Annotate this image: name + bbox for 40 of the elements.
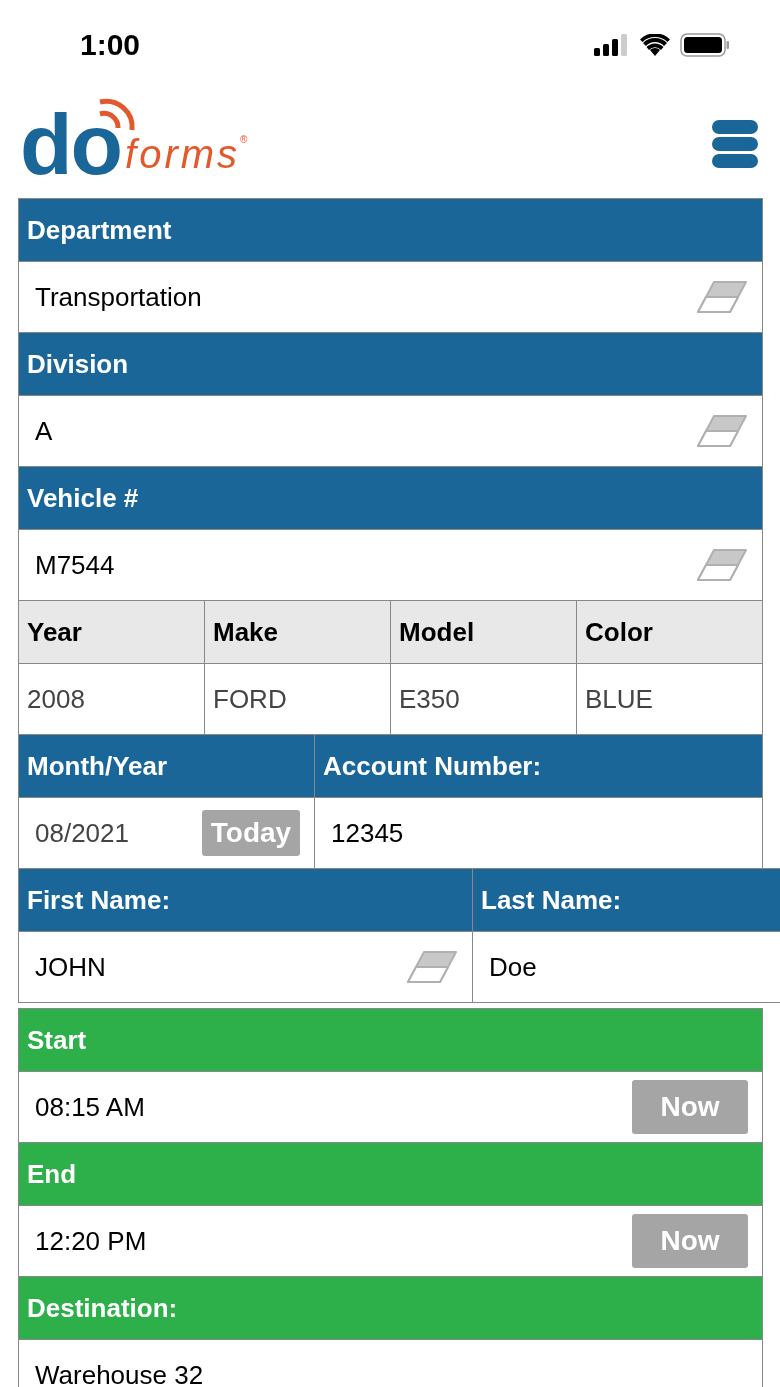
column-header: Model [391, 601, 576, 664]
field-value: JOHN [35, 951, 106, 983]
eraser-icon[interactable] [696, 414, 748, 448]
eraser-icon[interactable] [696, 280, 748, 314]
column-header: Make [205, 601, 390, 664]
field-value: BLUE [585, 683, 653, 715]
section-header: Month/Year [19, 735, 314, 798]
field-value: 12:20 PM [35, 1225, 147, 1257]
battery-icon [680, 33, 730, 57]
status-time: 1:00 [80, 28, 141, 62]
signal-icon [594, 34, 630, 56]
section-header: Division [19, 333, 762, 396]
section-header: Last Name: [473, 869, 780, 932]
section-header: Account Number: [315, 735, 762, 798]
section-header: End [19, 1143, 762, 1206]
eraser-icon[interactable] [406, 950, 458, 984]
logo-wordmark: forms [125, 134, 241, 174]
field-value: Transportation [35, 281, 202, 313]
field-value: FORD [213, 683, 287, 715]
section-header: Vehicle # [19, 467, 762, 530]
eraser-icon[interactable] [696, 548, 748, 582]
field-value: M7544 [35, 549, 115, 581]
logo-mark: do [20, 108, 122, 180]
field-value: Warehouse 32 [35, 1359, 204, 1387]
column-header: Color [577, 601, 762, 664]
field-value: Doe [489, 951, 537, 983]
field-value: 08:15 AM [35, 1091, 145, 1123]
field-value: 08/2021 [35, 817, 129, 849]
field-value: A [35, 415, 53, 447]
wifi-icon [640, 34, 670, 56]
section-header: Destination: [19, 1277, 762, 1340]
section-header: First Name: [19, 869, 472, 932]
field-value: E350 [399, 683, 460, 715]
section-header: Start [19, 1009, 762, 1072]
menu-icon[interactable] [712, 120, 758, 168]
field-value: 12345 [331, 817, 404, 849]
column-header: Year [19, 601, 204, 664]
section-header: Department [19, 199, 762, 262]
registered-mark: ® [240, 134, 248, 145]
field-value: 2008 [27, 683, 85, 715]
